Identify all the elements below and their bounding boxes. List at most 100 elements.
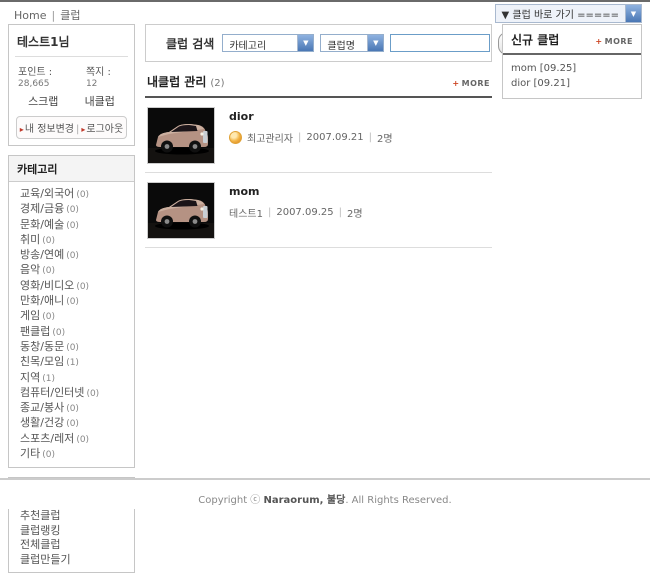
category-item[interactable]: 취미(0): [9, 233, 134, 248]
category-item[interactable]: 문화/예술(0): [9, 218, 134, 233]
edit-info-button[interactable]: 내 정보변경: [25, 124, 74, 135]
category-item[interactable]: 종교/봉사(0): [9, 401, 134, 416]
footer: Copyright ⓒ Naraorum, 불당. All Rights Res…: [0, 478, 650, 509]
gold-medal-icon: [229, 131, 242, 144]
search-input[interactable]: [390, 34, 490, 52]
chevron-down-icon[interactable]: ▼: [367, 35, 383, 51]
category-box: 카테고리 교육/외국어(0) 경제/금융(0) 문화/예술(0) 취미(0) 방…: [8, 155, 135, 468]
club-meta: 테스트1 | 2007.09.25 | 2명: [229, 205, 363, 220]
meta-separator: |: [369, 132, 372, 143]
category-item[interactable]: 생활/건강(0): [9, 416, 134, 431]
club-quick-jump-label: ▼ 클럽 바로 가기 =====: [496, 6, 626, 21]
club-name-link[interactable]: dior: [229, 110, 393, 123]
search-label: 클럽 검색: [166, 35, 214, 52]
category-count: (0): [52, 328, 65, 338]
category-item[interactable]: 만화/애니(0): [9, 294, 134, 309]
category-count: (0): [86, 389, 99, 399]
category-count: (0): [66, 205, 79, 215]
new-club-item[interactable]: mom [09.25]: [511, 61, 633, 76]
chevron-down-icon[interactable]: ▼: [625, 5, 641, 22]
action-separator: |: [76, 124, 79, 135]
myclub-section-title: 내클럽 관리: [147, 73, 206, 90]
new-clubs-box: 신규 클럽 +MORE mom [09.25] dior [09.21]: [502, 24, 642, 99]
category-item[interactable]: 게임(0): [9, 309, 134, 324]
category-item[interactable]: 컴퓨터/인터넷(0): [9, 386, 134, 401]
category-item[interactable]: 스포츠/레저(0): [9, 432, 134, 447]
category-count: (0): [76, 282, 89, 292]
category-list: 교육/외국어(0) 경제/금융(0) 문화/예술(0) 취미(0) 방송/연예(…: [9, 182, 134, 467]
club-menu-item[interactable]: 클럽만들기: [9, 553, 134, 568]
club-date: 2007.09.25: [276, 207, 333, 218]
scrap-link[interactable]: 스크랩: [28, 93, 58, 109]
arrow-bullet-icon: ▸: [81, 125, 85, 134]
category-count: (0): [66, 404, 79, 414]
breadcrumb-separator: |: [51, 9, 55, 22]
club-info: mom 테스트1 | 2007.09.25 | 2명: [229, 182, 363, 239]
user-stats: 포인트 : 28,665 쪽지 : 12: [15, 57, 128, 90]
category-item[interactable]: 음악(0): [9, 263, 134, 278]
category-count: (0): [42, 266, 55, 276]
category-count: (0): [42, 450, 55, 460]
club-search-bar: 클럽 검색 카테고리 ▼ 클럽명 ▼ 검색: [145, 24, 492, 62]
category-item[interactable]: 동창/동문(0): [9, 340, 134, 355]
club-menu-list: 추천클럽 클럽랭킹 전체클럽 클럽만들기: [9, 504, 134, 572]
category-title: 카테고리: [9, 156, 134, 182]
category-count: (0): [66, 343, 79, 353]
myclub-more-link[interactable]: +MORE: [452, 79, 490, 88]
myclub-link[interactable]: 내클럽: [85, 93, 115, 109]
club-member-count: 2명: [347, 205, 363, 220]
search-field-select[interactable]: 클럽명 ▼: [320, 34, 384, 52]
chevron-down-icon[interactable]: ▼: [297, 35, 313, 51]
new-clubs-header: 신규 클럽 +MORE: [503, 25, 641, 55]
new-clubs-more-link[interactable]: +MORE: [595, 37, 633, 46]
myclub-section-header: 내클럽 관리 (2) +MORE: [145, 70, 492, 98]
club-date: 2007.09.21: [306, 132, 363, 143]
arrow-bullet-icon: ▸: [20, 125, 24, 134]
plus-icon: +: [452, 79, 459, 88]
category-item[interactable]: 팬클럽(0): [9, 325, 134, 340]
plus-icon: +: [595, 37, 602, 46]
category-count: (0): [76, 435, 89, 445]
user-name: 테스트1님: [15, 30, 128, 57]
category-item[interactable]: 경제/금융(0): [9, 202, 134, 217]
category-count: (0): [66, 297, 79, 307]
search-category-select[interactable]: 카테고리 ▼: [222, 34, 314, 52]
category-count: (0): [66, 419, 79, 429]
new-club-item[interactable]: dior [09.21]: [511, 76, 633, 91]
club-quick-jump-select[interactable]: ▼ 클럽 바로 가기 ===== ▼: [495, 4, 643, 23]
user-info-box: 테스트1님 포인트 : 28,665 쪽지 : 12 스크랩 내클럽 ▸내 정보…: [8, 24, 135, 146]
category-count: (0): [66, 251, 79, 261]
club-thumbnail-car-image[interactable]: [147, 107, 215, 164]
breadcrumb-home[interactable]: Home: [14, 9, 46, 22]
club-owner: 테스트1: [229, 205, 263, 220]
memo-stat: 쪽지 : 12: [86, 63, 125, 89]
logout-button[interactable]: 로그아웃: [86, 124, 123, 135]
myclub-list: dior 최고관리자 | 2007.09.21 | 2명: [145, 98, 492, 248]
category-count: (1): [66, 358, 79, 368]
club-info: dior 최고관리자 | 2007.09.21 | 2명: [229, 107, 393, 164]
club-menu-item[interactable]: 클럽랭킹: [9, 524, 134, 539]
meta-separator: |: [298, 132, 301, 143]
club-menu-item[interactable]: 전체클럽: [9, 538, 134, 553]
new-clubs-list: mom [09.25] dior [09.21]: [503, 55, 641, 98]
top-bar: Home | 클럽 ▼ 클럽 바로 가기 ===== ▼: [0, 2, 650, 24]
club-thumbnail-car-image[interactable]: [147, 182, 215, 239]
category-item[interactable]: 친목/모임(1): [9, 355, 134, 370]
category-item[interactable]: 영화/비디오(0): [9, 279, 134, 294]
club-name-link[interactable]: mom: [229, 185, 363, 198]
category-item[interactable]: 지역(1): [9, 371, 134, 386]
right-sidebar: 신규 클럽 +MORE mom [09.25] dior [09.21]: [502, 24, 642, 108]
category-item[interactable]: 기타(0): [9, 447, 134, 462]
memo-value: 12: [86, 79, 97, 89]
category-count: (0): [42, 312, 55, 322]
meta-separator: |: [268, 207, 271, 218]
page: Home | 클럽 ▼ 클럽 바로 가기 ===== ▼ 테스트1님 포인트 : 2…: [0, 0, 650, 509]
club-meta: 최고관리자 | 2007.09.21 | 2명: [229, 130, 393, 145]
category-count: (1): [42, 374, 55, 384]
category-item[interactable]: 방송/연예(0): [9, 248, 134, 263]
point-value: 28,665: [18, 79, 50, 89]
club-menu-item[interactable]: 추천클럽: [9, 509, 134, 524]
category-item[interactable]: 교육/외국어(0): [9, 187, 134, 202]
club-row: dior 최고관리자 | 2007.09.21 | 2명: [145, 98, 492, 173]
breadcrumb-club[interactable]: 클럽: [60, 9, 80, 22]
